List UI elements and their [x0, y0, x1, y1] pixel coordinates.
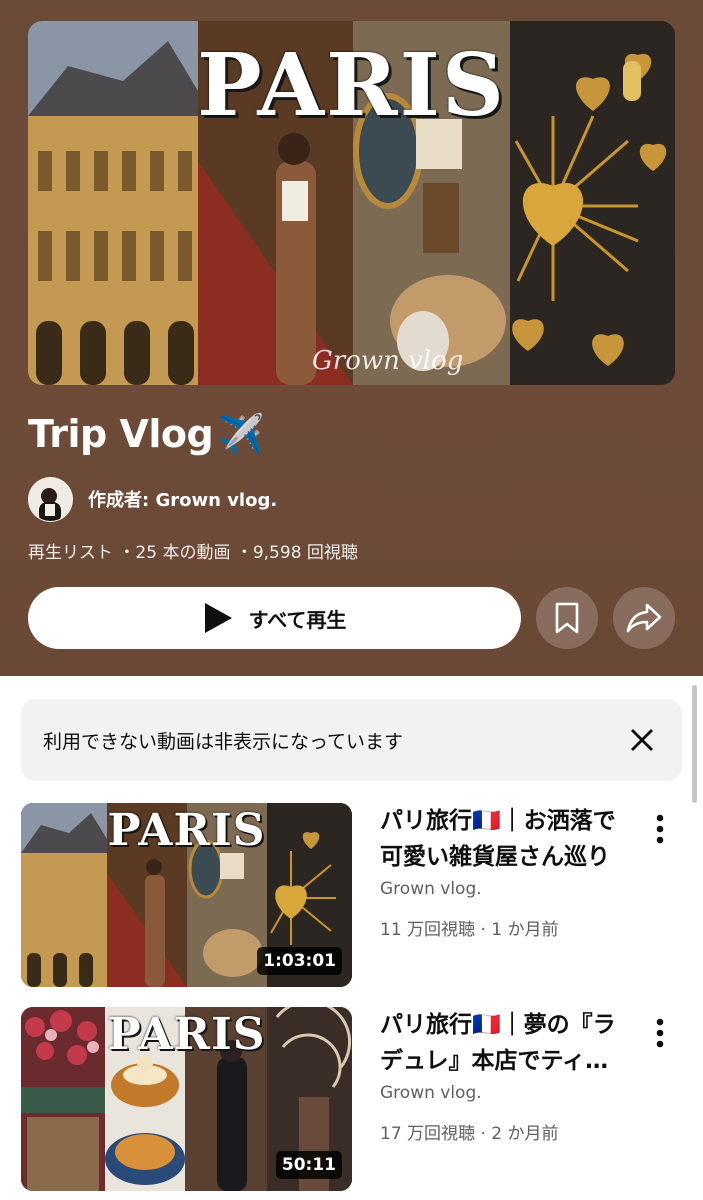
hidden-videos-notice: 利用できない動画は非表示になっています: [21, 699, 682, 781]
playlist-hero-thumbnail[interactable]: PARIS Grown vlog: [28, 21, 675, 385]
video-stats: 17 万回視聴 · 2 か月前: [380, 1124, 559, 1144]
avatar[interactable]: [28, 476, 73, 522]
video-menu-button[interactable]: [643, 1013, 677, 1053]
play-icon: [204, 603, 232, 633]
share-button[interactable]: [613, 587, 675, 649]
play-all-button[interactable]: すべて再生: [28, 587, 521, 649]
hero-watermark: Grown vlog: [312, 346, 464, 376]
save-playlist-button[interactable]: [536, 587, 598, 649]
video-thumbnail[interactable]: PARIS 50:11: [21, 1007, 352, 1191]
list-item[interactable]: PARIS 1:03:01 パリ旅行🇫🇷｜お洒落で可愛い雑貨屋さん巡り Grow…: [21, 803, 691, 989]
playlist-meta: 再生リスト ・25 本の動画 ・9,598 回視聴: [28, 543, 358, 563]
duration-badge: 1:03:01: [257, 947, 342, 975]
playlist-title: Trip Vlog ✈️: [28, 412, 265, 457]
duration-badge: 50:11: [275, 1151, 342, 1179]
thumbnail-title: PARIS: [107, 1009, 266, 1060]
video-title[interactable]: パリ旅行🇫🇷｜お洒落で可愛い雑貨屋さん巡り: [380, 803, 630, 875]
scrollbar[interactable]: [692, 685, 697, 803]
playlist-header: PARIS Grown vlog Trip Vlog ✈️ 作成者: Grown …: [0, 0, 703, 676]
video-menu-button[interactable]: [643, 809, 677, 849]
play-all-label: すべて再生: [248, 607, 347, 632]
playlist-title-text: Trip Vlog: [28, 412, 214, 456]
close-notice-button[interactable]: [626, 724, 658, 756]
video-channel: Grown vlog.: [380, 879, 482, 899]
video-stats: 11 万回視聴 · 1 か月前: [380, 920, 559, 940]
hero-paris-title: PARIS: [197, 35, 506, 136]
more-vert-icon: [656, 1018, 664, 1048]
share-icon: [626, 603, 662, 633]
author-row[interactable]: 作成者: Grown vlog.: [28, 476, 277, 522]
list-item[interactable]: PARIS 50:11 パリ旅行🇫🇷｜夢の『ラデュレ』本店でティータイム Gro…: [21, 1007, 691, 1193]
more-vert-icon: [656, 814, 664, 844]
author-name[interactable]: 作成者: Grown vlog.: [88, 486, 277, 512]
bookmark-icon: [555, 602, 579, 634]
airplane-icon: ✈️: [217, 412, 265, 456]
thumbnail-title: PARIS: [107, 805, 266, 856]
close-icon: [631, 729, 653, 751]
notice-text: 利用できない動画は非表示になっています: [43, 730, 404, 753]
video-thumbnail[interactable]: PARIS 1:03:01: [21, 803, 352, 987]
video-channel: Grown vlog.: [380, 1083, 482, 1103]
video-title[interactable]: パリ旅行🇫🇷｜夢の『ラデュレ』本店でティータイム: [380, 1007, 630, 1079]
